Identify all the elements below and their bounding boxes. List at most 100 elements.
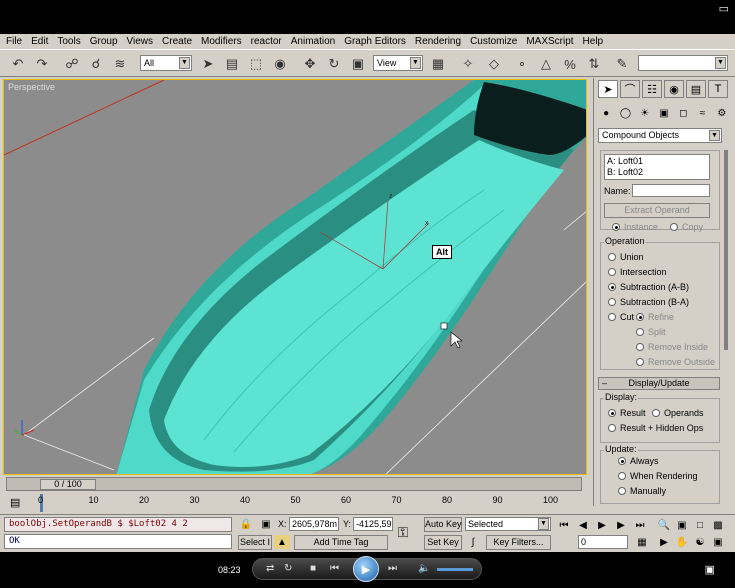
operands-list[interactable]: A: Loft01 B: Loft02 [604, 154, 710, 180]
maximize-viewport-icon[interactable]: ▣ [710, 535, 726, 549]
result-hidden-ops-radio[interactable]: Result + Hidden Ops [608, 423, 703, 433]
zoom-extents-icon[interactable]: □ [692, 518, 708, 532]
result-radio[interactable]: Result [608, 408, 646, 418]
utilities-tab-icon[interactable]: T [708, 80, 728, 98]
extract-operand-button[interactable]: Extract Operand [604, 203, 710, 218]
fullscreen-icon[interactable]: ▣ [705, 563, 715, 576]
menu-maxscript[interactable]: MAXScript [526, 36, 573, 47]
default-tangent-icon[interactable]: ∫ [465, 535, 481, 549]
named-selection-dropdown[interactable]: ▼ [638, 55, 728, 71]
refine-radio[interactable]: Refine [636, 312, 674, 322]
add-time-tag-button[interactable]: Add Time Tag [294, 535, 388, 550]
absolute-mode-icon[interactable]: ▣ [258, 517, 274, 531]
motion-tab-icon[interactable]: ◉ [664, 80, 684, 98]
angle-snap-icon[interactable]: △ [536, 54, 556, 74]
time-slider-knob[interactable]: 0 / 100 [40, 479, 96, 490]
move-icon[interactable]: ✥ [300, 54, 320, 74]
always-radio[interactable]: Always [618, 456, 659, 466]
display-update-rollout[interactable]: – Display/Update [598, 377, 720, 390]
menu-help[interactable]: Help [583, 36, 604, 47]
field-of-view-icon[interactable]: ▶ [656, 535, 672, 549]
instance-radio[interactable]: Instance [612, 222, 658, 232]
unlink-icon[interactable]: ☌ [86, 54, 106, 74]
shuffle-icon[interactable]: ⇄ [266, 563, 274, 574]
modify-tab-icon[interactable]: ⌒ [620, 80, 640, 98]
maxscript-listener-input[interactable]: OK [4, 534, 232, 549]
menu-tools[interactable]: Tools [57, 36, 80, 47]
mini-curve-editor-icon[interactable]: ▤ [10, 496, 20, 509]
window-crossing-icon[interactable]: ◉ [270, 54, 290, 74]
menu-edit[interactable]: Edit [31, 36, 48, 47]
percent-snap-icon[interactable]: % [560, 54, 580, 74]
select-manipulate-icon[interactable]: ✧ [458, 54, 478, 74]
bind-space-warp-icon[interactable]: ≋ [110, 54, 130, 74]
menu-modifiers[interactable]: Modifiers [201, 36, 242, 47]
remove-inside-radio[interactable]: Remove Inside [636, 342, 708, 352]
orbit-icon[interactable]: ☯ [692, 535, 708, 549]
split-radio[interactable]: Split [636, 327, 666, 337]
stop-icon[interactable]: ■ [310, 563, 316, 574]
manually-radio[interactable]: Manually [618, 486, 666, 496]
key-selection-dropdown[interactable]: Selected ▼ [465, 517, 551, 531]
selection-filter-dropdown[interactable]: All ▼ [140, 55, 192, 71]
union-radio[interactable]: Union [608, 252, 644, 262]
reference-coord-dropdown[interactable]: View ▼ [373, 55, 423, 71]
select-object-icon[interactable]: ➤ [198, 54, 218, 74]
scale-icon[interactable]: ▣ [348, 54, 368, 74]
when-rendering-radio[interactable]: When Rendering [618, 471, 698, 481]
viewport-label[interactable]: Perspective [8, 82, 55, 92]
undo-icon[interactable]: ↶ [8, 54, 28, 74]
volume-slider[interactable] [437, 568, 473, 571]
next-frame-icon[interactable]: ▶ [613, 518, 629, 532]
create-tab-icon[interactable]: ➤ [598, 80, 618, 98]
previous-icon[interactable]: ⏮ [330, 563, 339, 574]
current-frame-field[interactable]: 0 [578, 535, 628, 549]
intersection-radio[interactable]: Intersection [608, 267, 667, 277]
repeat-icon[interactable]: ↻ [284, 563, 292, 574]
go-to-start-icon[interactable]: ⏮ [556, 518, 572, 532]
remove-outside-radio[interactable]: Remove Outside [636, 357, 715, 367]
rect-selection-icon[interactable]: ⬚ [246, 54, 266, 74]
menu-reactor[interactable]: reactor [251, 36, 282, 47]
menu-group[interactable]: Group [90, 36, 118, 47]
menu-graph-editors[interactable]: Graph Editors [344, 36, 406, 47]
hierarchy-tab-icon[interactable]: ☷ [642, 80, 662, 98]
cameras-icon[interactable]: ▣ [656, 105, 672, 121]
close-icon[interactable]: ▭ [719, 4, 729, 15]
auto-key-button[interactable]: Auto Key [424, 517, 462, 532]
go-to-end-icon[interactable]: ⏭ [632, 518, 648, 532]
track-bar-ruler[interactable]: ▤ 0 10 20 30 40 50 60 70 80 90 100 [0, 494, 590, 514]
redo-icon[interactable]: ↷ [32, 54, 52, 74]
maxscript-listener-output[interactable]: boolObj.SetOperandB $ $Loft02 4 2 [4, 517, 232, 532]
operand-b[interactable]: B: Loft02 [607, 167, 707, 178]
menu-animation[interactable]: Animation [291, 36, 335, 47]
zoom-icon[interactable]: 🔍 [656, 518, 672, 532]
spinner-snap-icon[interactable]: ⇅ [584, 54, 604, 74]
volume-icon[interactable]: 🔈 [418, 563, 430, 574]
object-category-dropdown[interactable]: Compound Objects ▼ [598, 128, 722, 143]
operand-name-input[interactable] [632, 184, 710, 197]
menu-create[interactable]: Create [162, 36, 192, 47]
play-icon[interactable]: ▶ [594, 518, 610, 532]
shapes-icon[interactable]: ◯ [617, 105, 633, 121]
zoom-all-icon[interactable]: ▣ [674, 518, 690, 532]
geometry-icon[interactable]: ● [598, 105, 614, 121]
time-slider-track[interactable]: 0 / 100 [6, 477, 582, 491]
helpers-icon[interactable]: ◻ [675, 105, 691, 121]
menu-customize[interactable]: Customize [470, 36, 517, 47]
pan-icon[interactable]: ✋ [674, 535, 690, 549]
perspective-viewport[interactable]: z x Perspective Alt [3, 79, 587, 475]
set-key-button[interactable]: Set Key [424, 535, 462, 550]
subtraction-b-a-radio[interactable]: Subtraction (B-A) [608, 297, 689, 307]
menu-rendering[interactable]: Rendering [415, 36, 461, 47]
space-warps-icon[interactable]: ≈ [694, 105, 710, 121]
operands-radio[interactable]: Operands [652, 408, 704, 418]
select-by-name-icon[interactable]: ▤ [222, 54, 242, 74]
lights-icon[interactable]: ☀ [637, 105, 653, 121]
systems-icon[interactable]: ⚙ [714, 105, 730, 121]
key-icon[interactable]: ⚿ [395, 524, 411, 540]
zoom-extents-all-icon[interactable]: ▩ [710, 518, 726, 532]
edit-named-selection-icon[interactable]: ✎ [612, 54, 632, 74]
menu-file[interactable]: File [6, 36, 22, 47]
play-button[interactable]: ▶ [353, 556, 379, 582]
